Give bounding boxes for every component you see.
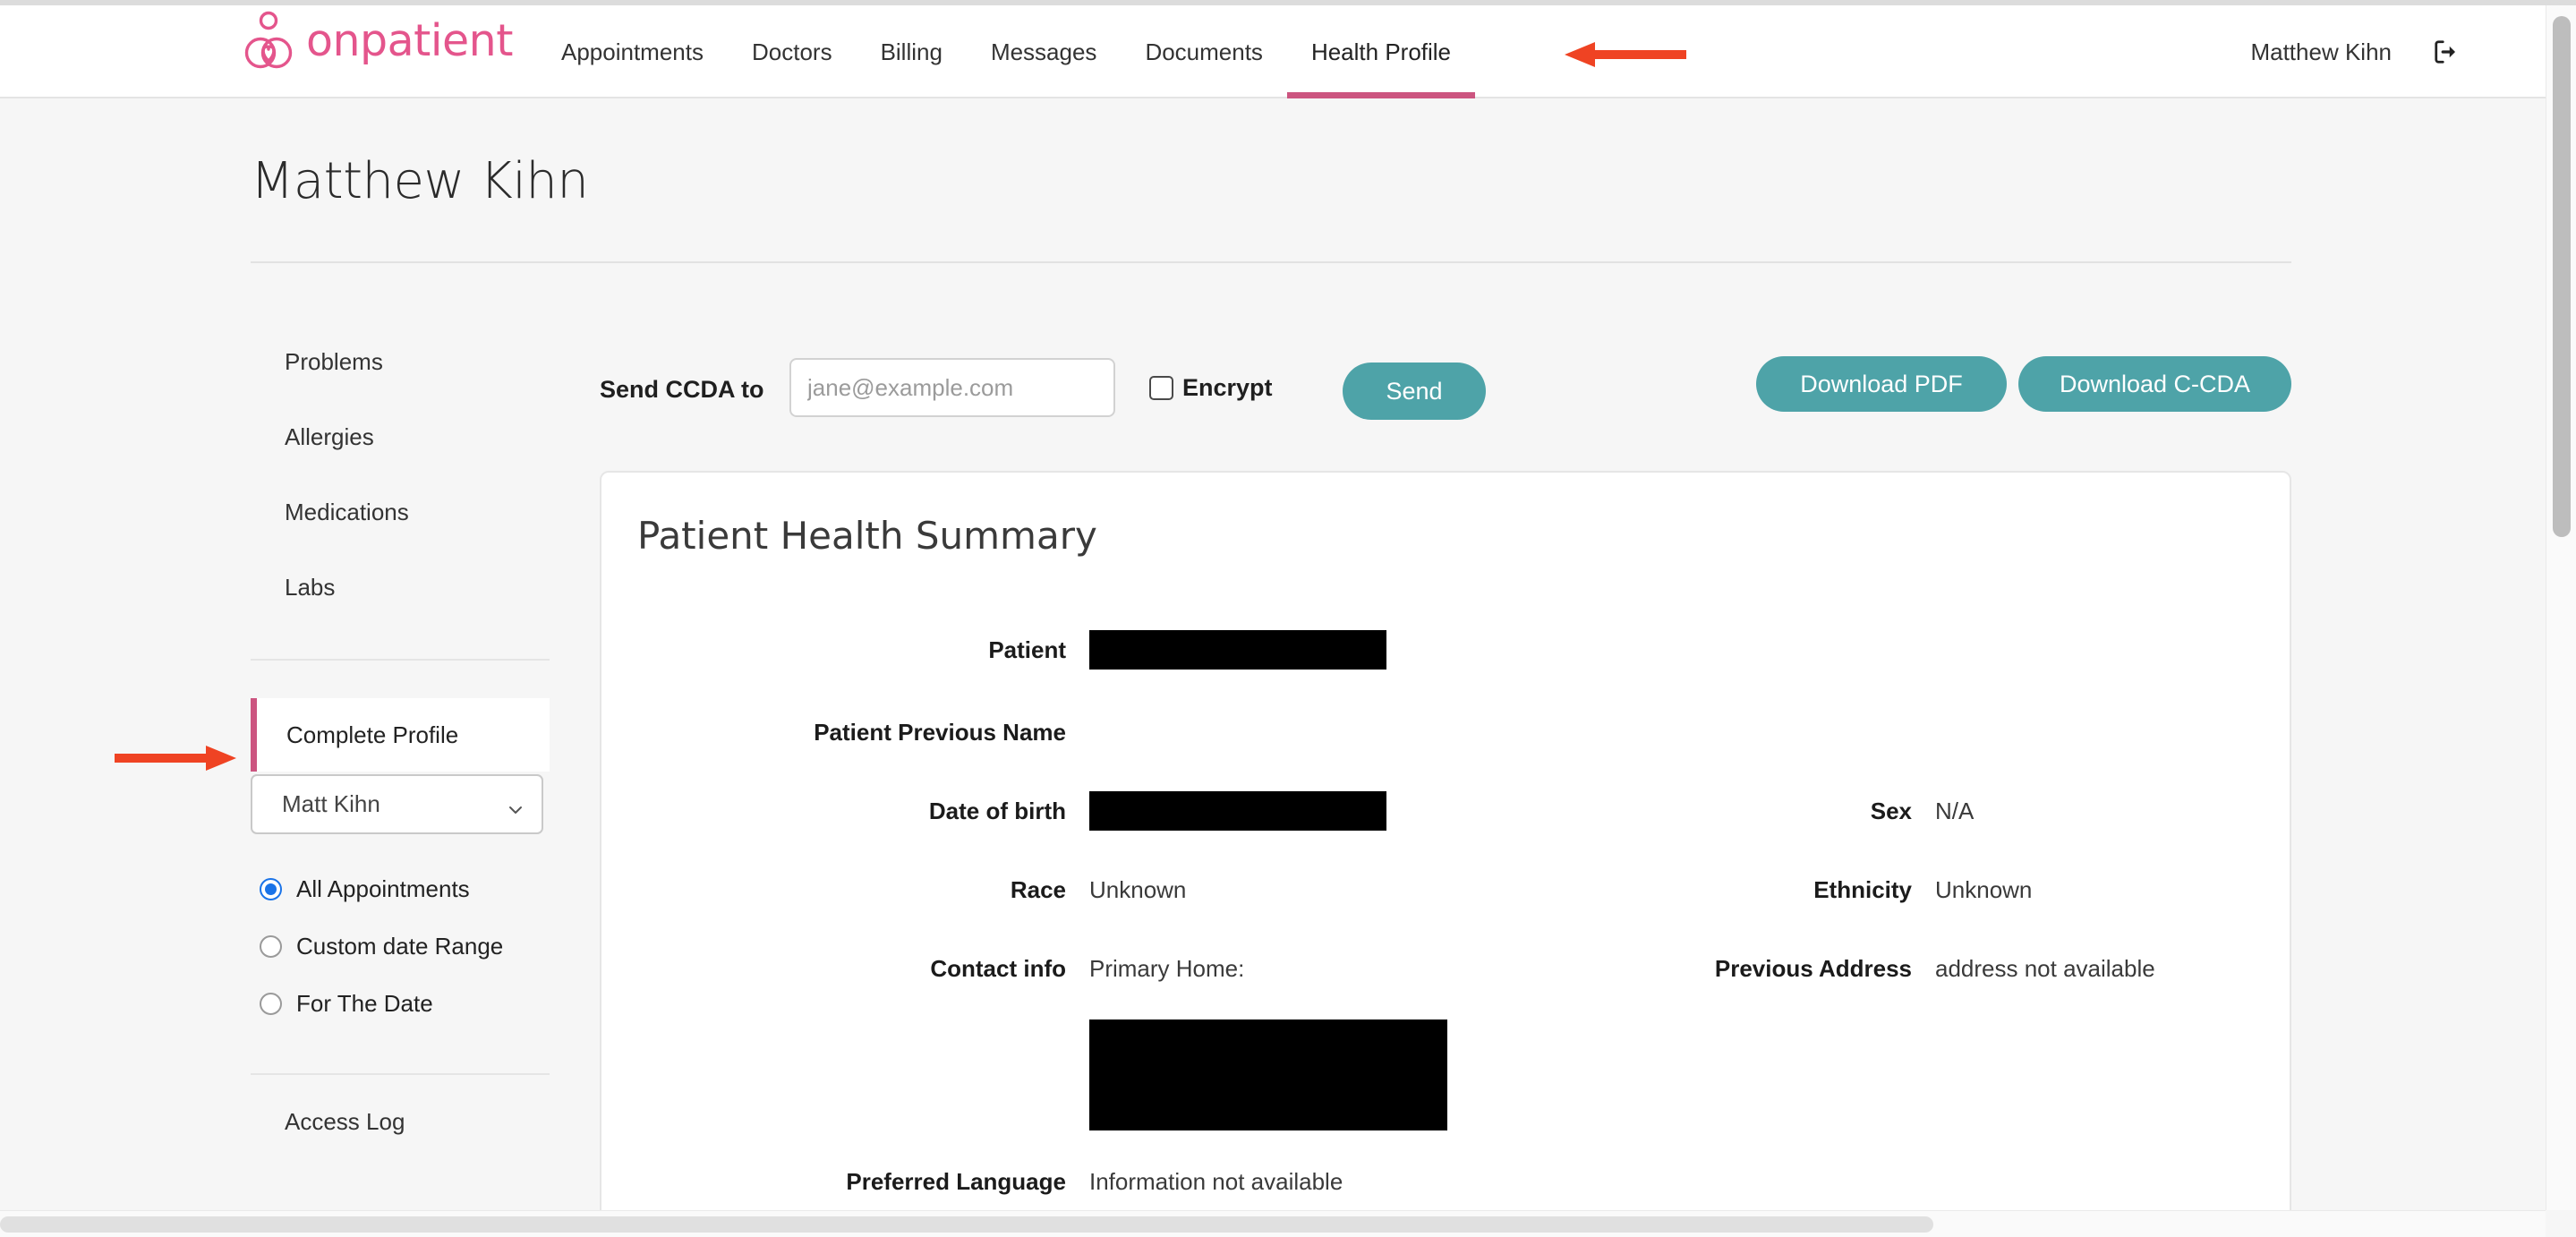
summary-col-left: Date of birth xyxy=(601,791,1447,831)
chevron-down-icon xyxy=(508,797,524,814)
field-value-previous-address: address not available xyxy=(1935,954,2155,982)
field-value-preferred-language: Information not available xyxy=(1089,1167,1343,1195)
summary-row-contact-address-redacted xyxy=(601,1008,2293,1142)
appointment-range-radio-group: All Appointments Custom date Range For T… xyxy=(251,860,550,1032)
field-label-patient: Patient xyxy=(988,636,1066,663)
field-value-contact-info: Primary Home: xyxy=(1089,954,1245,982)
summary-row-preferred-language: Preferred Language Information not avail… xyxy=(601,1142,2293,1210)
download-pdf-button[interactable]: Download PDF xyxy=(1756,356,2007,412)
radio-dot-icon xyxy=(260,877,282,900)
summary-row-patient: Patient xyxy=(601,607,2293,693)
brand-logo-link[interactable]: onpatient xyxy=(243,11,513,70)
brand-wordmark: onpatient xyxy=(306,14,513,66)
sidebar-item-problems[interactable]: Problems xyxy=(251,324,550,399)
browser-viewport: onpatient Appointments Doctors Billing M… xyxy=(0,0,2576,1237)
nav-item-appointments[interactable]: Appointments xyxy=(537,5,728,98)
radio-custom-date-range-label: Custom date Range xyxy=(296,932,504,960)
field-label-sex: Sex xyxy=(1870,797,1912,824)
page-title-divider xyxy=(251,261,2291,263)
vertical-scrollbar-track[interactable] xyxy=(2546,5,2576,1210)
field-value-sex: N/A xyxy=(1935,797,1975,824)
summary-col-left: Patient Previous Name xyxy=(601,719,1447,746)
sidebar-item-labs[interactable]: Labs xyxy=(251,550,550,625)
nav-item-messages[interactable]: Messages xyxy=(967,5,1122,98)
radio-dot-icon xyxy=(260,992,282,1015)
sidebar-item-complete-profile[interactable]: Complete Profile xyxy=(251,698,550,772)
horizontal-scrollbar-track[interactable] xyxy=(0,1210,2546,1237)
field-label-contact-info: Contact info xyxy=(930,954,1066,982)
field-label-previous-address: Previous Address xyxy=(1714,954,1912,982)
redacted-date-of-birth xyxy=(1089,791,1386,831)
field-label-date-of-birth: Date of birth xyxy=(928,797,1066,824)
radio-custom-date-range[interactable]: Custom date Range xyxy=(251,917,550,975)
radio-for-the-date[interactable]: For The Date xyxy=(251,975,550,1032)
summary-field-grid: Patient Patient Previous Name Date of bi… xyxy=(601,607,2293,1210)
redacted-patient-name xyxy=(1089,630,1386,670)
health-profile-sidebar: Problems Allergies Medications Labs Comp… xyxy=(251,324,550,1168)
summary-row-contact-info: Contact info Primary Home: Previous Addr… xyxy=(601,929,2293,1008)
field-label-patient-previous-name: Patient Previous Name xyxy=(814,718,1066,746)
sidebar-item-allergies[interactable]: Allergies xyxy=(251,399,550,474)
encrypt-checkbox[interactable] xyxy=(1149,376,1173,400)
radio-all-appointments-label: All Appointments xyxy=(296,874,470,902)
download-ccda-button[interactable]: Download C-CDA xyxy=(2018,356,2291,412)
field-value-race: Unknown xyxy=(1089,875,1187,903)
profile-select-value: Matt Kihn xyxy=(282,790,380,817)
summary-col-left xyxy=(601,1019,1447,1130)
sidebar-divider-top xyxy=(251,659,550,661)
nav-item-doctors[interactable]: Doctors xyxy=(728,5,857,98)
send-ccda-label: Send CCDA to xyxy=(600,376,764,403)
redacted-address-block xyxy=(1089,1019,1447,1130)
radio-all-appointments[interactable]: All Appointments xyxy=(251,860,550,917)
summary-row-patient-previous-name: Patient Previous Name xyxy=(601,693,2293,772)
onpatient-logo-icon xyxy=(243,11,294,70)
sidebar-item-access-log[interactable]: Access Log xyxy=(251,1075,550,1168)
sign-out-icon[interactable] xyxy=(2433,38,2460,65)
sidebar-item-medications[interactable]: Medications xyxy=(251,474,550,550)
field-value-ethnicity: Unknown xyxy=(1935,875,2033,903)
annotation-arrow-health-profile xyxy=(1565,39,1686,70)
profile-select[interactable]: Matt Kihn xyxy=(251,774,543,834)
summary-row-race: Race Unknown Ethnicity Unknown xyxy=(601,850,2293,929)
radio-for-the-date-label: For The Date xyxy=(296,989,433,1017)
encrypt-label: Encrypt xyxy=(1182,374,1273,401)
radio-dot-icon xyxy=(260,934,282,958)
page-title: Matthew Kihn xyxy=(251,152,589,210)
summary-col-left: Contact info Primary Home: xyxy=(601,955,1447,983)
complete-profile-label: Complete Profile xyxy=(286,721,459,748)
summary-row-date-of-birth: Date of birth Sex N/A xyxy=(601,772,2293,850)
main-column: Send CCDA to Encrypt Send Download PDF D… xyxy=(600,338,2291,1210)
summary-col-right: Sex N/A xyxy=(1447,798,2293,825)
field-label-ethnicity: Ethnicity xyxy=(1813,875,1912,903)
card-title: Patient Health Summary xyxy=(637,514,1097,558)
summary-col-right: Ethnicity Unknown xyxy=(1447,876,2293,904)
send-button[interactable]: Send xyxy=(1343,363,1486,420)
horizontal-scrollbar-thumb[interactable] xyxy=(0,1216,1933,1233)
vertical-scrollbar-thumb[interactable] xyxy=(2553,16,2571,537)
nav-item-documents[interactable]: Documents xyxy=(1121,5,1287,98)
annotation-arrow-complete-profile xyxy=(115,743,236,773)
summary-col-left: Preferred Language Information not avail… xyxy=(601,1168,1447,1196)
top-navbar: onpatient Appointments Doctors Billing M… xyxy=(0,5,2546,98)
primary-nav: Appointments Doctors Billing Messages Do… xyxy=(537,5,1476,98)
navbar-user-area: Matthew Kihn xyxy=(2250,5,2460,98)
summary-col-left: Race Unknown xyxy=(601,876,1447,904)
field-label-preferred-language: Preferred Language xyxy=(846,1167,1066,1195)
nav-item-health-profile[interactable]: Health Profile xyxy=(1286,5,1476,98)
field-label-race: Race xyxy=(1010,875,1066,903)
summary-col-right: Previous Address address not available xyxy=(1447,955,2293,983)
page-scroll-area: onpatient Appointments Doctors Billing M… xyxy=(0,5,2546,1210)
patient-health-summary-card: Patient Health Summary Patient Patient P… xyxy=(600,471,2291,1210)
encrypt-checkbox-row[interactable]: Encrypt xyxy=(1149,374,1273,402)
navbar-username: Matthew Kihn xyxy=(2250,38,2392,65)
ccda-toolbar: Send CCDA to Encrypt Send Download PDF D… xyxy=(600,338,2291,435)
nav-item-billing[interactable]: Billing xyxy=(857,5,967,98)
summary-col-left: Patient xyxy=(601,630,1447,670)
ccda-email-input[interactable] xyxy=(789,358,1115,417)
